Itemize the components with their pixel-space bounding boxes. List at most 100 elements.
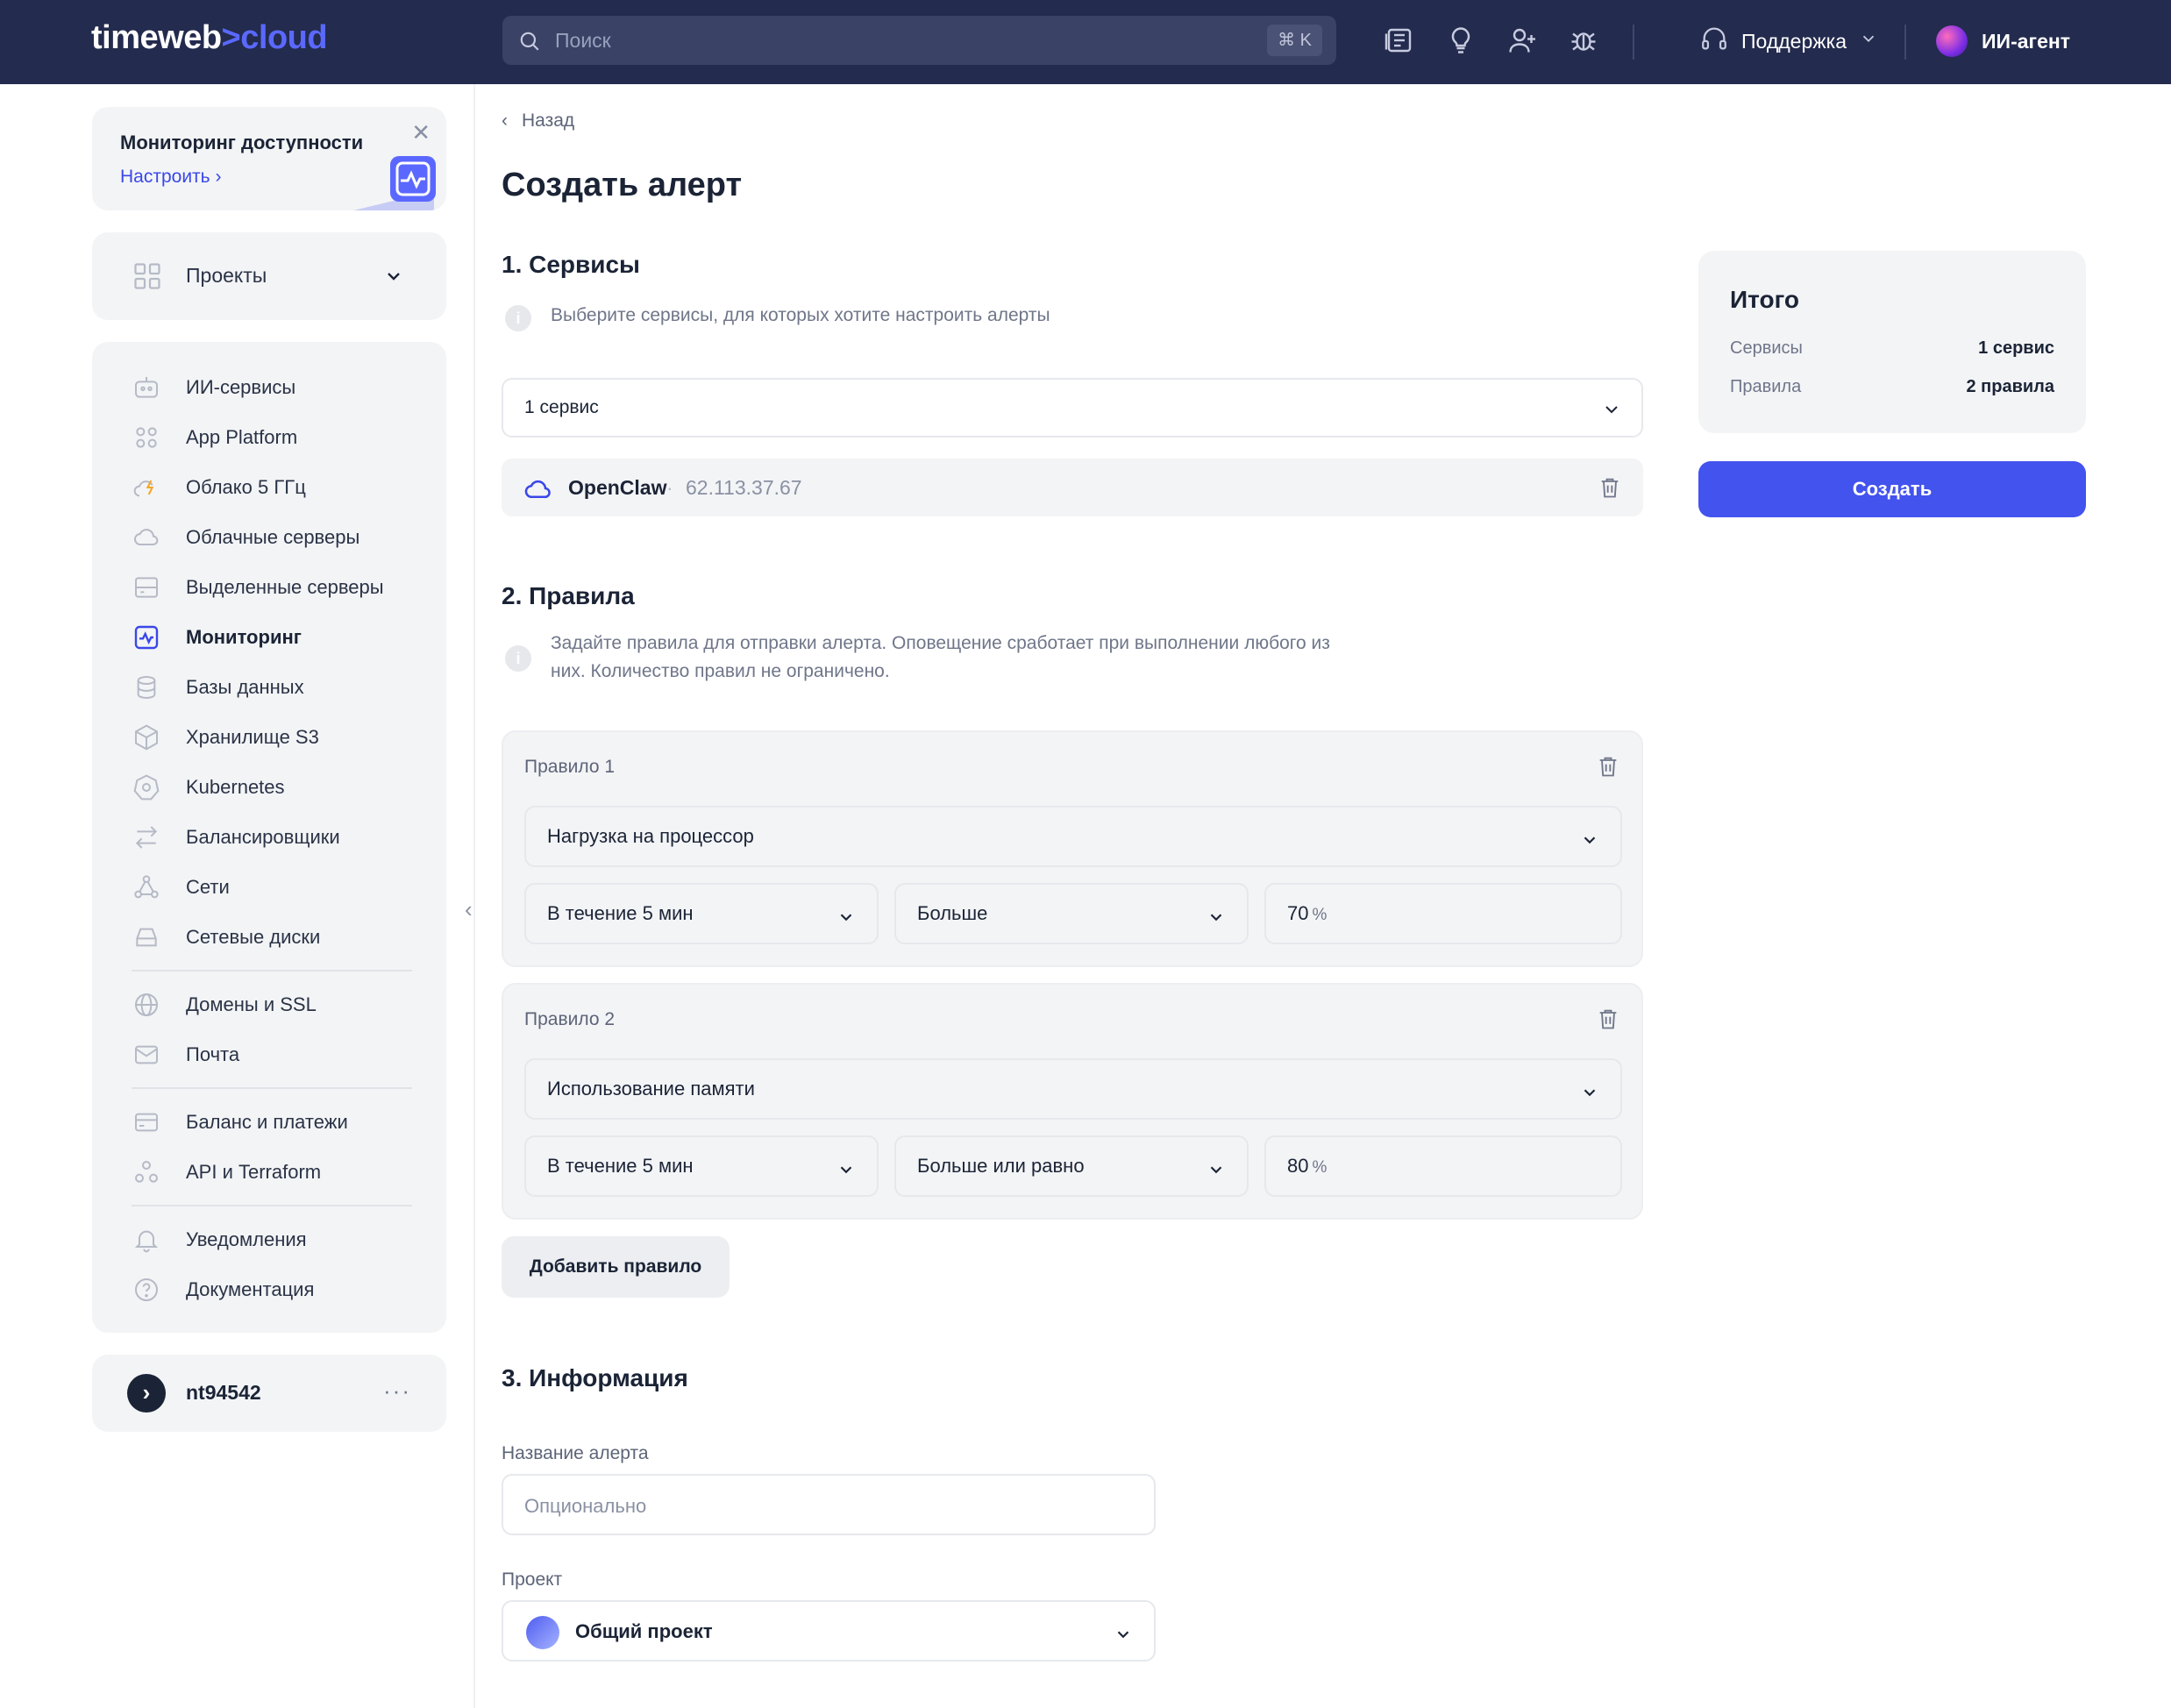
server-icon bbox=[132, 573, 161, 602]
support-menu[interactable]: Поддержка bbox=[1699, 19, 1878, 63]
sidebar-item-billing[interactable]: Баланс и платежи bbox=[132, 1105, 348, 1140]
summary-rules-value: 2 правила bbox=[1966, 377, 2054, 396]
sidebar-divider bbox=[132, 1205, 412, 1206]
metric-select[interactable]: Нагрузка на процессор bbox=[524, 806, 1622, 867]
sidebar-item-notifications[interactable]: Уведомления bbox=[132, 1222, 307, 1257]
chevron-down-icon bbox=[1601, 399, 1622, 424]
api-icon bbox=[132, 1157, 161, 1187]
sidebar-item-network-disks[interactable]: Сетевые диски bbox=[132, 920, 320, 955]
projects-label: Проекты bbox=[186, 264, 267, 287]
chevron-down-icon bbox=[383, 266, 404, 291]
news-icon[interactable] bbox=[1384, 25, 1419, 60]
bell-icon bbox=[132, 1225, 161, 1255]
operator-value: Больше или равно bbox=[917, 1155, 1085, 1177]
chevron-down-icon bbox=[1207, 1160, 1226, 1184]
services-hint: i Выберите сервисы, для которых хотите на… bbox=[505, 302, 1050, 331]
metric-value: Нагрузка на процессор bbox=[547, 825, 754, 847]
alert-name-placeholder: Опционально bbox=[524, 1495, 647, 1517]
sidebar-item-cloud-5ghz[interactable]: Облако 5 ГГц bbox=[132, 470, 306, 505]
sidebar-item-databases[interactable]: Базы данных bbox=[132, 670, 304, 705]
back-link[interactable]: ‹ Назад bbox=[502, 110, 574, 132]
sidebar-item-app-platform[interactable]: App Platform bbox=[132, 420, 297, 455]
info-icon: i bbox=[505, 305, 531, 331]
sidebar-item-api-terraform[interactable]: API и Terraform bbox=[132, 1155, 321, 1190]
chevron-down-icon bbox=[1207, 907, 1226, 931]
page-title: Создать алерт bbox=[502, 167, 743, 203]
add-rule-button[interactable]: Добавить правило bbox=[502, 1236, 730, 1298]
database-icon bbox=[132, 673, 161, 702]
promo-title: Мониторинг доступности bbox=[120, 132, 364, 153]
project-label: Проект bbox=[502, 1569, 563, 1590]
sidebar-border bbox=[473, 84, 475, 1708]
sidebar-item-networks[interactable]: Сети bbox=[132, 870, 230, 905]
logo[interactable]: timeweb>cloud bbox=[91, 19, 328, 57]
add-user-icon[interactable] bbox=[1506, 25, 1541, 60]
arrows-icon bbox=[132, 822, 161, 852]
summary-rules-row: Правила 2 правила bbox=[1730, 377, 2054, 397]
threshold-value: 70 bbox=[1287, 902, 1309, 924]
service-dot: · bbox=[666, 476, 673, 499]
trash-icon[interactable] bbox=[1596, 1006, 1620, 1036]
service-ip: 62.113.37.67 bbox=[686, 476, 802, 499]
alert-name-input[interactable]: Опционально bbox=[502, 1474, 1156, 1535]
monitoring-promo-card: Мониторинг доступности Настроить › ✕ bbox=[92, 107, 446, 210]
sidebar-nav: ИИ-сервисы App Platform Облако 5 ГГц Обл… bbox=[92, 342, 446, 1333]
sidebar-item-domains-ssl[interactable]: Домены и SSL bbox=[132, 987, 317, 1022]
project-select[interactable]: Общий проект bbox=[502, 1600, 1156, 1662]
period-value: В течение 5 мин bbox=[547, 902, 694, 924]
search-shortcut: ⌘ K bbox=[1267, 25, 1322, 56]
card-icon bbox=[132, 1107, 161, 1137]
ai-orb-icon bbox=[1936, 25, 1968, 57]
unit-label: % bbox=[1312, 906, 1328, 924]
sidebar-item-monitoring[interactable]: Мониторинг bbox=[132, 620, 302, 655]
create-button[interactable]: Создать bbox=[1698, 461, 2086, 517]
sidebar-item-mail[interactable]: Почта bbox=[132, 1037, 239, 1072]
metric-value: Использование памяти bbox=[547, 1078, 755, 1100]
sidebar-divider bbox=[132, 1087, 412, 1089]
projects-selector[interactable]: Проекты bbox=[92, 232, 446, 320]
services-select[interactable]: 1 сервис bbox=[502, 378, 1643, 438]
close-icon[interactable]: ✕ bbox=[411, 119, 431, 146]
lightbulb-icon[interactable] bbox=[1445, 25, 1480, 60]
chevron-down-icon bbox=[1114, 1625, 1133, 1648]
trash-icon[interactable] bbox=[1596, 753, 1620, 784]
more-icon[interactable]: ··· bbox=[383, 1377, 411, 1405]
operator-select[interactable]: Больше или равно bbox=[894, 1135, 1249, 1197]
info-heading: 3. Информация bbox=[502, 1364, 688, 1391]
sidebar-item-load-balancers[interactable]: Балансировщики bbox=[132, 820, 340, 855]
operator-select[interactable]: Больше bbox=[894, 883, 1249, 944]
promo-setup-link[interactable]: Настроить › bbox=[120, 167, 221, 188]
summary-title: Итого bbox=[1730, 286, 1799, 313]
chevron-down-icon bbox=[836, 907, 856, 931]
sidebar-item-dedicated-servers[interactable]: Выделенные серверы bbox=[132, 570, 384, 605]
top-bar: timeweb>cloud Поиск ⌘ K Поддержка ИИ-аге… bbox=[0, 0, 2171, 84]
sidebar-item-docs[interactable]: Документация bbox=[132, 1272, 314, 1307]
metric-select[interactable]: Использование памяти bbox=[524, 1058, 1622, 1120]
sidebar-item-ai-services[interactable]: ИИ-сервисы bbox=[132, 370, 295, 405]
ai-agent-button[interactable]: ИИ-агент bbox=[1936, 19, 2070, 63]
sidebar-divider bbox=[132, 970, 412, 971]
project-value: Общий проект bbox=[575, 1620, 713, 1642]
cloud-bolt-icon bbox=[132, 473, 161, 502]
rule-title: Правило 2 bbox=[524, 1009, 616, 1029]
rule-title: Правило 1 bbox=[524, 757, 616, 777]
service-name: OpenClaw bbox=[568, 476, 667, 499]
kubernetes-icon bbox=[132, 772, 161, 802]
period-select[interactable]: В течение 5 мин bbox=[524, 883, 879, 944]
sidebar-item-s3-storage[interactable]: Хранилище S3 bbox=[132, 720, 319, 755]
mail-icon bbox=[132, 1040, 161, 1070]
cloud-icon bbox=[524, 476, 554, 505]
threshold-input[interactable]: 80% bbox=[1264, 1135, 1622, 1197]
sidebar-item-cloud-servers[interactable]: Облачные серверы bbox=[132, 520, 359, 555]
collapse-sidebar-icon[interactable]: ‹ bbox=[465, 896, 473, 923]
cloud-icon bbox=[132, 523, 161, 552]
trash-icon[interactable] bbox=[1598, 474, 1622, 505]
threshold-input[interactable]: 70% bbox=[1264, 883, 1622, 944]
selected-service-row: OpenClaw · 62.113.37.67 bbox=[502, 459, 1643, 516]
period-select[interactable]: В течение 5 мин bbox=[524, 1135, 879, 1197]
bug-icon[interactable] bbox=[1568, 25, 1603, 60]
user-account[interactable]: › nt94542 ··· bbox=[92, 1355, 446, 1432]
search-input[interactable]: Поиск ⌘ K bbox=[502, 16, 1336, 65]
sidebar-item-kubernetes[interactable]: Kubernetes bbox=[132, 770, 285, 805]
rule-card: Правило 2 Использование памяти В течение… bbox=[502, 983, 1643, 1220]
